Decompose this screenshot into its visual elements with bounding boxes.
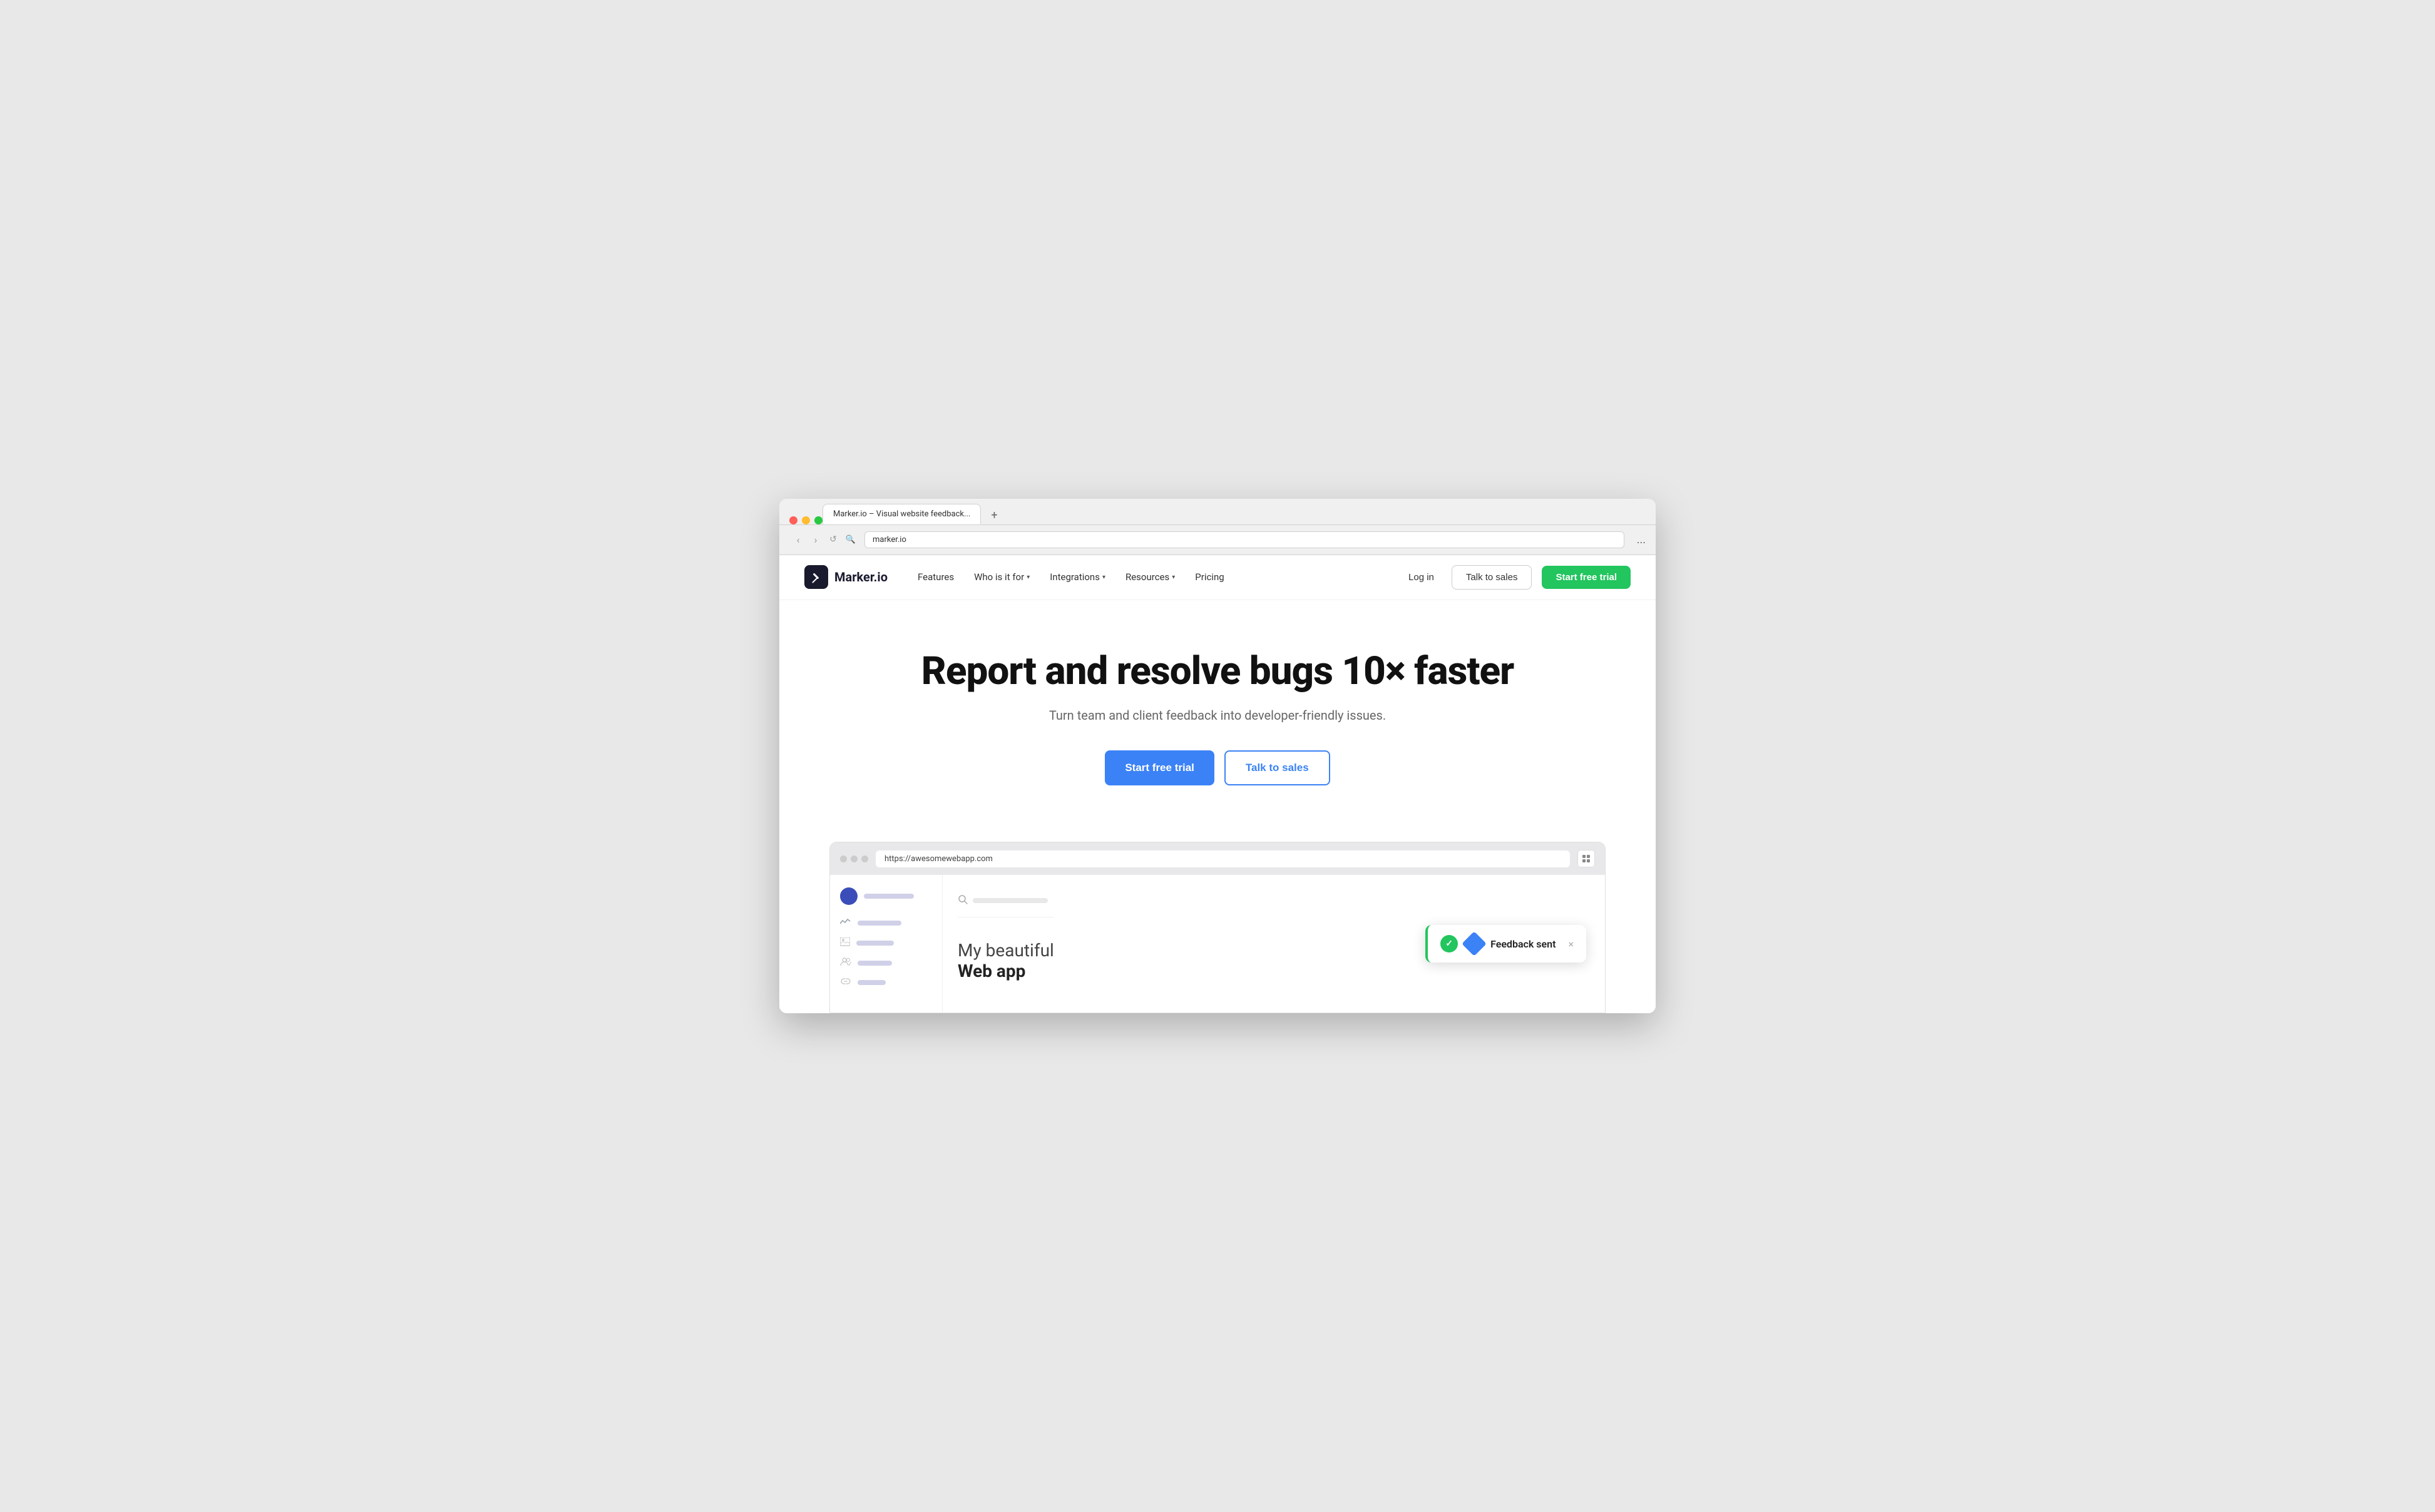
back-button[interactable]: ‹ (792, 533, 804, 546)
start-free-trial-nav-button[interactable]: Start free trial (1542, 566, 1631, 589)
chevron-down-icon: ▾ (1172, 574, 1175, 581)
demo-sidebar-item (840, 937, 932, 949)
check-icon: ✓ (1440, 935, 1458, 953)
demo-line (856, 941, 894, 946)
login-button[interactable]: Log in (1401, 567, 1442, 588)
hero-section: Report and resolve bugs 10× faster Turn … (779, 600, 1656, 817)
chart-icon (840, 917, 851, 929)
minimize-dot[interactable] (802, 516, 810, 524)
demo-line (858, 980, 886, 985)
nav-who-is-it-for[interactable]: Who is it for ▾ (974, 571, 1030, 583)
close-icon[interactable]: × (1568, 938, 1574, 950)
demo-dot-3 (861, 856, 868, 862)
logo-icon (804, 565, 828, 589)
demo-sidebar-item (840, 917, 932, 929)
nav-links: Features Who is it for ▾ Integrations ▾ … (918, 571, 1401, 583)
browser-nav: ‹ › ↺ 🔍 (792, 533, 857, 546)
talk-to-sales-nav-button[interactable]: Talk to sales (1452, 565, 1532, 590)
demo-app-title-line1: My beautiful (958, 940, 1054, 961)
logo-text: Marker.io (834, 570, 888, 585)
chevron-down-icon: ▾ (1102, 574, 1105, 581)
hero-buttons: Start free trial Talk to sales (804, 750, 1631, 785)
nav-features[interactable]: Features (918, 571, 954, 583)
tab-label: Marker.io – Visual website feedback... (833, 509, 970, 519)
demo-sidebar-item (840, 978, 932, 988)
chevron-down-icon: ▾ (1027, 574, 1030, 581)
image-icon (840, 937, 850, 949)
talk-to-sales-hero-button[interactable]: Talk to sales (1224, 750, 1330, 785)
website-content: Marker.io Features Who is it for ▾ Integ… (779, 555, 1656, 1013)
hero-title: Report and resolve bugs 10× faster (804, 650, 1631, 693)
demo-title-line (864, 894, 914, 899)
close-dot[interactable] (789, 516, 797, 524)
hero-subtitle: Turn team and client feedback into devel… (804, 708, 1631, 723)
site-nav: Marker.io Features Who is it for ▾ Integ… (779, 555, 1656, 600)
demo-browser: https://awesomewebapp.com (829, 842, 1606, 1013)
demo-sidebar-items (840, 917, 932, 988)
start-free-trial-hero-button[interactable]: Start free trial (1105, 750, 1214, 785)
browser-window: Marker.io – Visual website feedback... +… (779, 499, 1656, 1013)
address-url: marker.io (873, 535, 1616, 544)
browser-toolbar: ‹ › ↺ 🔍 marker.io ... (779, 525, 1656, 555)
demo-sidebar-header (840, 887, 932, 905)
demo-search-placeholder (973, 898, 1048, 903)
demo-browser-bar: https://awesomewebapp.com (830, 842, 1605, 875)
nav-integrations[interactable]: Integrations ▾ (1050, 571, 1105, 583)
forward-button[interactable]: › (809, 533, 822, 546)
feedback-sent-text: Feedback sent (1490, 938, 1556, 950)
demo-app-title-line2: Web app (958, 961, 1054, 981)
nav-resources[interactable]: Resources ▾ (1125, 571, 1175, 583)
users-icon (840, 958, 851, 969)
demo-line (858, 921, 901, 926)
feedback-notification: ✓ Feedback sent × (1425, 925, 1586, 963)
demo-dot-2 (851, 856, 858, 862)
browser-menu-button[interactable]: ... (1637, 533, 1646, 546)
demo-sidebar-item (840, 958, 932, 969)
nav-actions: Log in Talk to sales Start free trial (1401, 565, 1631, 590)
logo[interactable]: Marker.io (804, 565, 888, 589)
new-tab-button[interactable]: + (986, 506, 1002, 524)
nav-pricing[interactable]: Pricing (1195, 571, 1224, 583)
browser-tab[interactable]: Marker.io – Visual website feedback... (823, 504, 981, 524)
tab-bar: Marker.io – Visual website feedback... + (779, 499, 1656, 525)
demo-extension-button (1577, 850, 1595, 867)
search-icon (958, 894, 968, 907)
demo-sidebar (830, 875, 943, 1013)
link-icon (840, 978, 851, 988)
search-icon: 🔍 (844, 533, 857, 546)
demo-window-dots (840, 856, 868, 862)
demo-container: https://awesomewebapp.com (779, 842, 1656, 1013)
maximize-dot[interactable] (814, 516, 823, 524)
demo-line (858, 961, 892, 966)
refresh-button[interactable]: ↺ (827, 533, 839, 546)
window-controls (789, 516, 823, 524)
demo-content: My beautiful Web app ✓ Feedback sent × (830, 875, 1605, 1013)
marker-diamond-icon (1462, 931, 1487, 956)
demo-logo-circle (840, 887, 858, 905)
demo-dot-1 (840, 856, 847, 862)
demo-address-bar: https://awesomewebapp.com (876, 850, 1570, 867)
demo-app-title: My beautiful Web app (958, 927, 1054, 994)
address-bar[interactable]: marker.io (864, 531, 1624, 548)
demo-top-bar (958, 894, 1054, 917)
